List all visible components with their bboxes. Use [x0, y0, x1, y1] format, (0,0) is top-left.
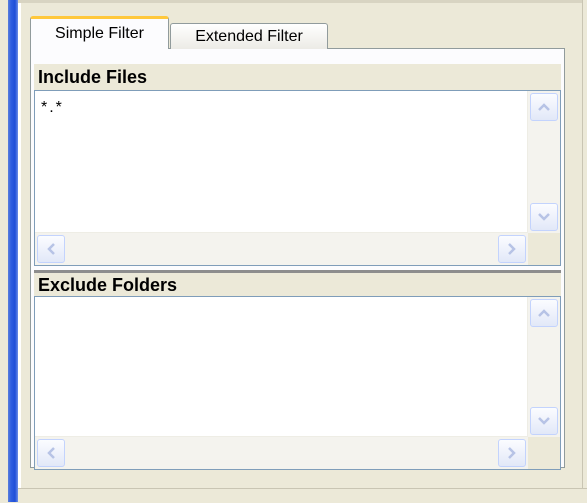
chevron-left-icon	[47, 447, 55, 459]
panel-top-edge	[18, 0, 587, 3]
scroll-down-button[interactable]	[530, 203, 558, 231]
tab-extended-filter[interactable]: Extended Filter	[170, 23, 328, 49]
scroll-right-button[interactable]	[498, 235, 526, 263]
exclude-folders-list[interactable]	[34, 296, 561, 470]
chevron-down-icon	[538, 213, 550, 221]
scroll-up-button[interactable]	[530, 299, 558, 327]
scrollbar-corner	[528, 437, 560, 469]
panel-left-edge	[18, 0, 21, 502]
window-blue-border	[8, 0, 18, 502]
scroll-right-button[interactable]	[498, 439, 526, 467]
horizontal-scrollbar[interactable]	[35, 436, 528, 469]
vertical-scrollbar[interactable]	[527, 91, 560, 233]
vertical-scrollbar[interactable]	[527, 297, 560, 437]
scroll-down-button[interactable]	[530, 407, 558, 435]
chevron-right-icon	[508, 243, 516, 255]
exclude-folders-title: Exclude Folders	[34, 270, 561, 298]
scroll-left-button[interactable]	[37, 439, 65, 467]
include-files-title: Include Files	[34, 64, 561, 90]
panel-right-edge	[582, 0, 587, 502]
tab-label: Extended Filter	[195, 27, 303, 45]
chevron-up-icon	[538, 103, 550, 111]
chevron-right-icon	[508, 447, 516, 459]
scroll-up-button[interactable]	[530, 93, 558, 121]
include-files-list[interactable]: *.*	[34, 90, 561, 266]
chevron-up-icon	[538, 309, 550, 317]
scroll-left-button[interactable]	[37, 235, 65, 263]
window-left-margin	[0, 0, 8, 502]
panel-bottom-edge	[18, 488, 587, 503]
chevron-down-icon	[538, 417, 550, 425]
tab-label: Simple Filter	[55, 25, 144, 42]
horizontal-scrollbar[interactable]	[35, 232, 528, 265]
list-item[interactable]: *.*	[41, 99, 64, 117]
chevron-left-icon	[47, 243, 55, 255]
tab-simple-filter[interactable]: Simple Filter	[30, 16, 169, 49]
scrollbar-corner	[528, 233, 560, 265]
